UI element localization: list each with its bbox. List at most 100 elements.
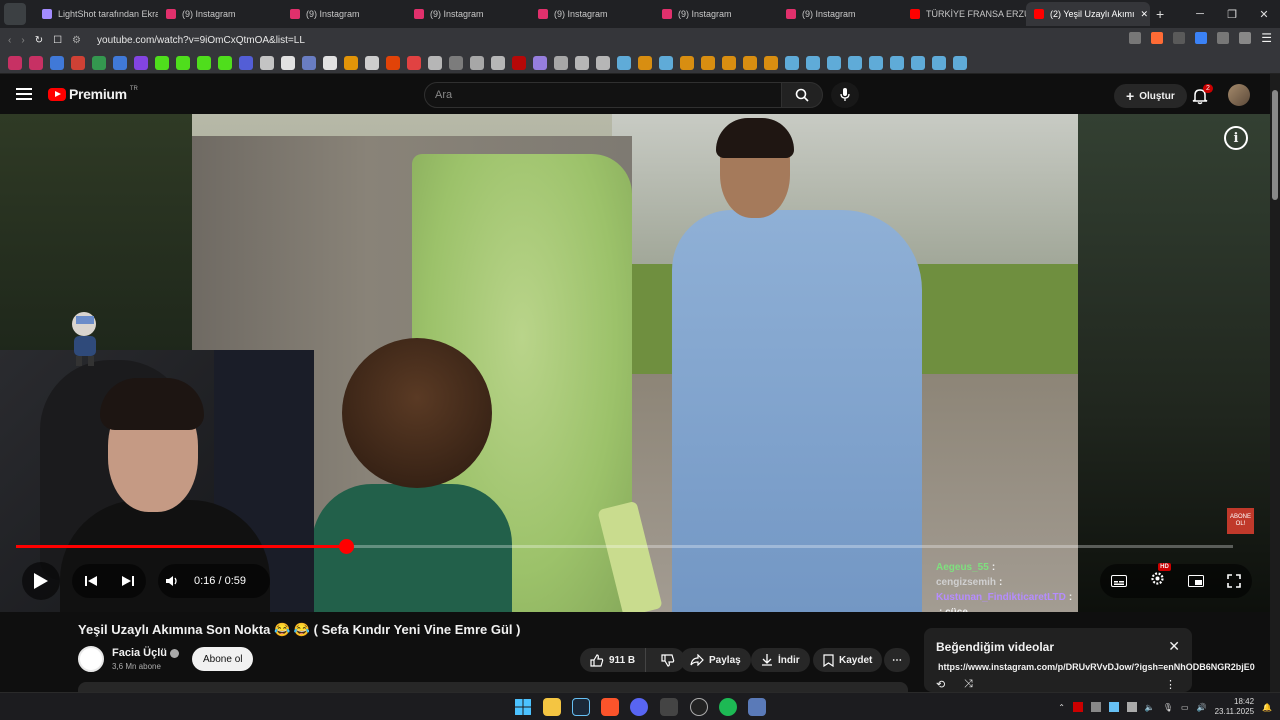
browser-menu-icon[interactable] <box>4 3 26 25</box>
bookmark-favicon-icon[interactable] <box>50 55 64 70</box>
save-button[interactable]: Kaydet <box>813 648 883 672</box>
bookmark-favicon-icon[interactable] <box>365 55 379 70</box>
browser-tab[interactable]: TÜRKİYE FRANSA ERZUR <box>902 2 1026 26</box>
bookmark-favicon-icon[interactable] <box>533 55 547 70</box>
obs-icon[interactable] <box>690 698 708 716</box>
download-button[interactable]: İndir <box>751 648 810 672</box>
bookmark-favicon-icon[interactable] <box>323 55 337 70</box>
discord-icon[interactable] <box>630 698 648 716</box>
bookmark-favicon-icon[interactable] <box>71 55 85 70</box>
bookmark-favicon-icon[interactable] <box>680 55 694 70</box>
windows-start-icon[interactable] <box>514 698 532 716</box>
channel-avatar[interactable] <box>78 646 104 672</box>
bookmark-favicon-icon[interactable] <box>302 55 316 70</box>
miniplayer-icon[interactable] <box>1187 575 1204 587</box>
search-button[interactable] <box>781 82 823 108</box>
bookmark-favicon-icon[interactable] <box>239 55 253 70</box>
bookmark-favicon-icon[interactable] <box>827 55 841 70</box>
back-icon[interactable]: ‹ <box>8 35 11 46</box>
bookmark-favicon-icon[interactable] <box>260 55 274 70</box>
browser-tab[interactable]: (9) Instagram <box>530 2 654 26</box>
bookmark-favicon-icon[interactable] <box>512 55 526 70</box>
scroll-thumb[interactable] <box>1272 90 1278 200</box>
speaker-icon[interactable]: 🔈 <box>1145 703 1155 712</box>
bookmark-favicon-icon[interactable] <box>701 55 715 70</box>
tray-app-icon[interactable] <box>1126 702 1137 712</box>
close-icon[interactable]: ✕ <box>1168 638 1180 655</box>
bookmark-favicon-icon[interactable] <box>8 55 22 70</box>
bookmark-favicon-icon[interactable] <box>491 55 505 70</box>
info-icon[interactable]: i <box>1224 126 1248 150</box>
bookmark-favicon-icon[interactable] <box>806 55 820 70</box>
page-scrollbar[interactable] <box>1270 74 1280 692</box>
browser-tab[interactable]: (9) Instagram <box>406 2 530 26</box>
url-field[interactable]: youtube.com/watch?v=9iOmCxQtmOA&list=LL <box>97 35 305 46</box>
progress-bar[interactable] <box>16 539 1233 554</box>
bookmark-favicon-icon[interactable] <box>890 55 904 70</box>
share-button[interactable]: Paylaş <box>680 648 751 672</box>
volume-icon[interactable] <box>166 575 180 587</box>
bookmark-favicon-icon[interactable] <box>113 55 127 70</box>
more-actions-button[interactable]: ⋯ <box>884 648 910 672</box>
kebab-menu-icon[interactable]: ☰ <box>1261 32 1272 44</box>
bookmark-favicon-icon[interactable] <box>470 55 484 70</box>
maximize-button[interactable]: ❐ <box>1216 0 1248 28</box>
tray-app-icon[interactable] <box>1072 702 1083 712</box>
settings-button[interactable]: HD <box>1150 563 1171 591</box>
bookmark-favicon-icon[interactable] <box>386 55 400 70</box>
bookmark-favicon-icon[interactable] <box>953 55 967 70</box>
clock[interactable]: 18:42 23.11.2025 <box>1215 697 1254 717</box>
channel-name[interactable]: Facia Üçlü <box>112 647 180 659</box>
bookmark-favicon-icon[interactable] <box>344 55 358 70</box>
app-icon[interactable] <box>748 698 766 716</box>
bookmark-favicon-icon[interactable] <box>785 55 799 70</box>
steam-icon[interactable] <box>572 698 590 716</box>
shuffle-icon[interactable]: ⤨ <box>964 678 973 691</box>
notification-center-icon[interactable]: 🔔 <box>1262 703 1272 712</box>
browser-tab[interactable]: (9) Instagram <box>282 2 406 26</box>
bookmark-favicon-icon[interactable] <box>659 55 673 70</box>
bookmark-favicon-icon[interactable] <box>92 55 106 70</box>
minimize-button[interactable]: ─ <box>1184 0 1216 28</box>
bookmark-favicon-icon[interactable] <box>218 55 232 70</box>
browser-tab[interactable]: (9) Instagram <box>654 2 778 26</box>
reload-icon[interactable]: ↻ <box>35 35 43 46</box>
bookmark-favicon-icon[interactable] <box>617 55 631 70</box>
bookmark-favicon-icon[interactable] <box>932 55 946 70</box>
bookmark-favicon-icon[interactable] <box>638 55 652 70</box>
bookmark-favicon-icon[interactable] <box>176 55 190 70</box>
bookmark-favicon-icon[interactable] <box>911 55 925 70</box>
extension-icon[interactable] <box>1173 32 1186 44</box>
play-button[interactable] <box>22 562 60 600</box>
bookmark-favicon-icon[interactable] <box>155 55 169 70</box>
extension-icon[interactable] <box>1151 32 1164 44</box>
microphone-tray-icon[interactable]: 🎙 <box>1163 703 1173 712</box>
bookmark-favicon-icon[interactable] <box>197 55 211 70</box>
bookmark-favicon-icon[interactable] <box>743 55 757 70</box>
account-avatar[interactable] <box>1228 84 1250 106</box>
bookmark-favicon-icon[interactable] <box>596 55 610 70</box>
voice-search-button[interactable] <box>831 82 859 108</box>
chevron-up-icon[interactable]: ⌃ <box>1058 703 1065 712</box>
bookmark-favicon-icon[interactable] <box>848 55 862 70</box>
forward-icon[interactable]: › <box>21 35 24 46</box>
scrubber-handle[interactable] <box>338 539 354 554</box>
bookmark-favicon-icon[interactable] <box>449 55 463 70</box>
next-icon[interactable] <box>121 575 134 587</box>
network-icon[interactable]: ▭ <box>1181 703 1189 712</box>
new-tab-button[interactable]: + <box>1156 6 1164 22</box>
close-window-button[interactable]: ✕ <box>1248 0 1280 28</box>
brave-icon[interactable] <box>601 698 619 716</box>
subtitles-icon[interactable] <box>1111 575 1128 587</box>
search-input[interactable]: Ara <box>424 82 782 108</box>
bookmark-favicon-icon[interactable] <box>575 55 589 70</box>
extension-icon[interactable] <box>1217 32 1230 44</box>
spotify-icon[interactable] <box>719 698 737 716</box>
bookmark-favicon-icon[interactable] <box>428 55 442 70</box>
tray-app-icon[interactable] <box>1090 702 1101 712</box>
youtube-logo[interactable]: Premium TR <box>48 86 138 102</box>
fullscreen-icon[interactable] <box>1226 574 1241 588</box>
bookmark-favicon-icon[interactable] <box>407 55 421 70</box>
site-settings-icon[interactable]: ⚙ <box>72 35 81 46</box>
create-button[interactable]: + Oluştur <box>1114 84 1187 108</box>
